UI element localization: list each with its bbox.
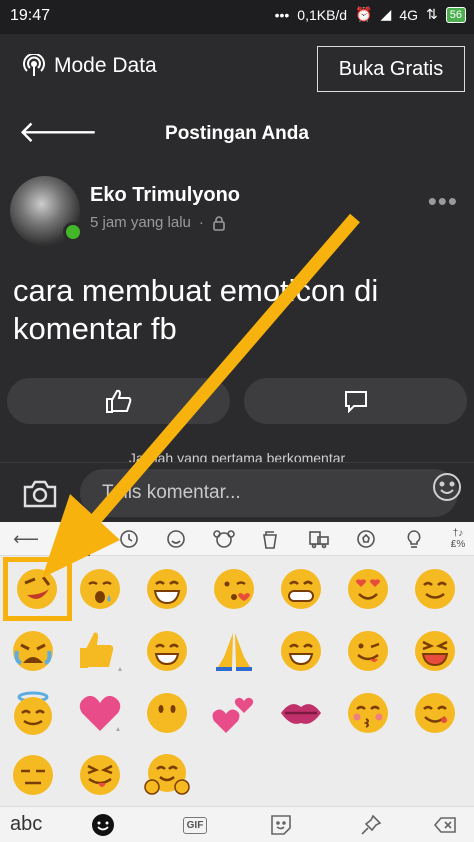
emoji-icon[interactable] [432,472,462,502]
post-meta: 5 jam yang lalu · [90,214,226,231]
comment-button[interactable] [244,378,467,424]
emoji-item[interactable] [134,682,200,744]
emoji-keyboard-icon[interactable] [90,812,116,838]
data-mode-bar: Mode Data Buka Gratis [0,34,474,102]
emoji-item[interactable] [201,682,267,744]
more-options-icon[interactable]: ••• [428,186,458,217]
emoji-item[interactable] [268,620,334,682]
post-header: 🡐 Postingan Anda [0,102,474,166]
highlight-box [3,557,72,621]
keyboard-back-icon[interactable]: ⟵ [13,527,39,551]
emoji-item[interactable] [201,558,267,620]
network-type: 4G [399,6,419,23]
pin-icon[interactable] [358,812,384,838]
network-speed: 0,1KB/d [297,6,348,23]
post-text: cara membuat emoticon di komentar fb [13,273,379,346]
speech-bubble-icon [344,391,367,413]
gif-button[interactable]: GIF [180,812,210,838]
comment-bar: Tulis komentar... [0,462,474,522]
emoji-item[interactable] [134,744,200,806]
animal-icon[interactable] [212,527,236,551]
notification-dots-icon: ••• [274,6,290,23]
author-name[interactable]: Eko Trimulyono [90,184,240,207]
backspace-icon[interactable] [432,812,458,838]
emoji-item[interactable] [67,620,133,682]
lock-icon [213,215,225,231]
cup-icon[interactable] [258,527,282,551]
emoji-item[interactable] [268,558,334,620]
status-bar: 19:47 ••• 0,1KB/d ⏰ ◢ 4G ⇅ 56 [0,0,474,34]
emoji-item[interactable] [335,682,401,744]
battery-indicator: 56 [445,6,466,23]
data-arrows-icon: ⇅ [426,6,438,22]
emoji-item[interactable] [402,620,468,682]
abc-button[interactable]: abc [10,813,42,836]
smiley-icon[interactable] [164,527,188,551]
status-time: 19:47 [10,7,51,24]
keyboard-bottom-bar: abc GIF [0,806,474,842]
sticker-face-icon[interactable] [268,812,294,838]
emoji-item[interactable] [134,620,200,682]
emoji-item[interactable] [0,620,66,682]
page-title: Postingan Anda [165,123,309,144]
vehicle-icon[interactable] [307,527,331,551]
alarm-icon: ⏰ [355,6,373,22]
sticker-icon[interactable] [68,527,92,556]
broadcast-icon [23,54,45,76]
mode-data: Mode Data [22,54,157,78]
ball-icon[interactable] [354,527,378,551]
symbols-icon[interactable]: †♪ ₤% [446,527,470,551]
emoji-item[interactable] [402,682,468,744]
emoji-item[interactable] [67,744,133,806]
mode-data-label: Mode Data [54,54,157,77]
emoji-item[interactable] [268,682,334,744]
bulb-icon[interactable] [402,527,426,551]
emoji-item[interactable] [335,558,401,620]
emoji-item[interactable] [402,558,468,620]
emoji-category-tabs: ⟵ †♪ ₤% [0,522,474,556]
status-icons: ••• 0,1KB/d ⏰ ◢ 4G ⇅ 56 [275,6,466,23]
comment-input[interactable]: Tulis komentar... [80,469,458,517]
online-status-icon [63,222,83,242]
post-author: Eko Trimulyono 5 jam yang lalu · ••• [0,166,474,256]
buka-gratis-button[interactable]: Buka Gratis [317,46,465,92]
clock-icon[interactable] [117,527,141,551]
emoji-item[interactable] [134,558,200,620]
emoji-item[interactable] [0,682,66,744]
emoji-item[interactable] [67,682,133,744]
emoji-item[interactable] [67,558,133,620]
meta-separator: · [198,214,204,231]
first-comment-hint: Jadilah yang pertama berkomentar [128,450,346,462]
emoji-item[interactable] [335,620,401,682]
like-button[interactable] [7,378,230,424]
emoji-item[interactable] [201,620,267,682]
thumbs-up-icon [105,389,131,413]
gif-label: GIF [182,816,208,834]
post-time: 5 jam yang lalu [90,214,191,231]
signal-icon: ◢ [380,6,392,22]
emoji-item[interactable] [0,744,66,806]
camera-icon[interactable] [22,479,58,509]
